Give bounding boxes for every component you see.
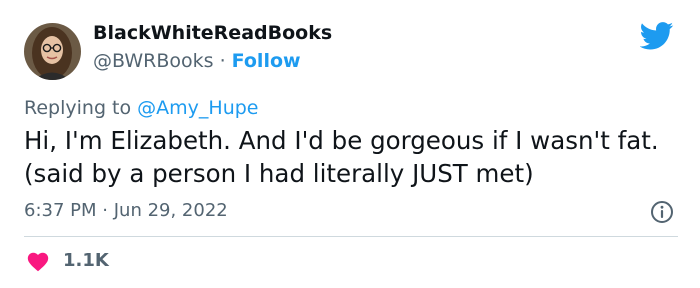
reply-context: Replying to @Amy_Hupe (24, 97, 259, 119)
follow-button[interactable]: Follow (232, 50, 301, 72)
avatar-photo (24, 23, 81, 80)
info-icon[interactable] (650, 200, 674, 224)
tweet-timestamp[interactable]: 6:37 PM · Jun 29, 2022 (24, 200, 228, 221)
tweet-time: 6:37 PM (24, 200, 97, 221)
twitter-bird-icon[interactable] (640, 22, 674, 50)
tweet-date: Jun 29, 2022 (113, 200, 228, 221)
reply-prefix: Replying to (24, 97, 132, 119)
tweet-text: Hi, I'm Elizabeth. And I'd be gorgeous i… (24, 126, 659, 188)
handle-separator: · (219, 50, 226, 72)
author-display-name[interactable]: BlackWhiteReadBooks (93, 22, 332, 44)
divider (24, 236, 678, 237)
reply-to-mention[interactable]: @Amy_Hupe (137, 97, 258, 119)
timestamp-separator: · (102, 200, 108, 221)
author-handle[interactable]: @BWRBooks (93, 50, 214, 72)
heart-icon[interactable] (26, 250, 50, 272)
avatar[interactable] (24, 23, 81, 80)
like-count[interactable]: 1.1K (63, 250, 109, 271)
author-handle-row: @BWRBooks · Follow (93, 50, 301, 72)
